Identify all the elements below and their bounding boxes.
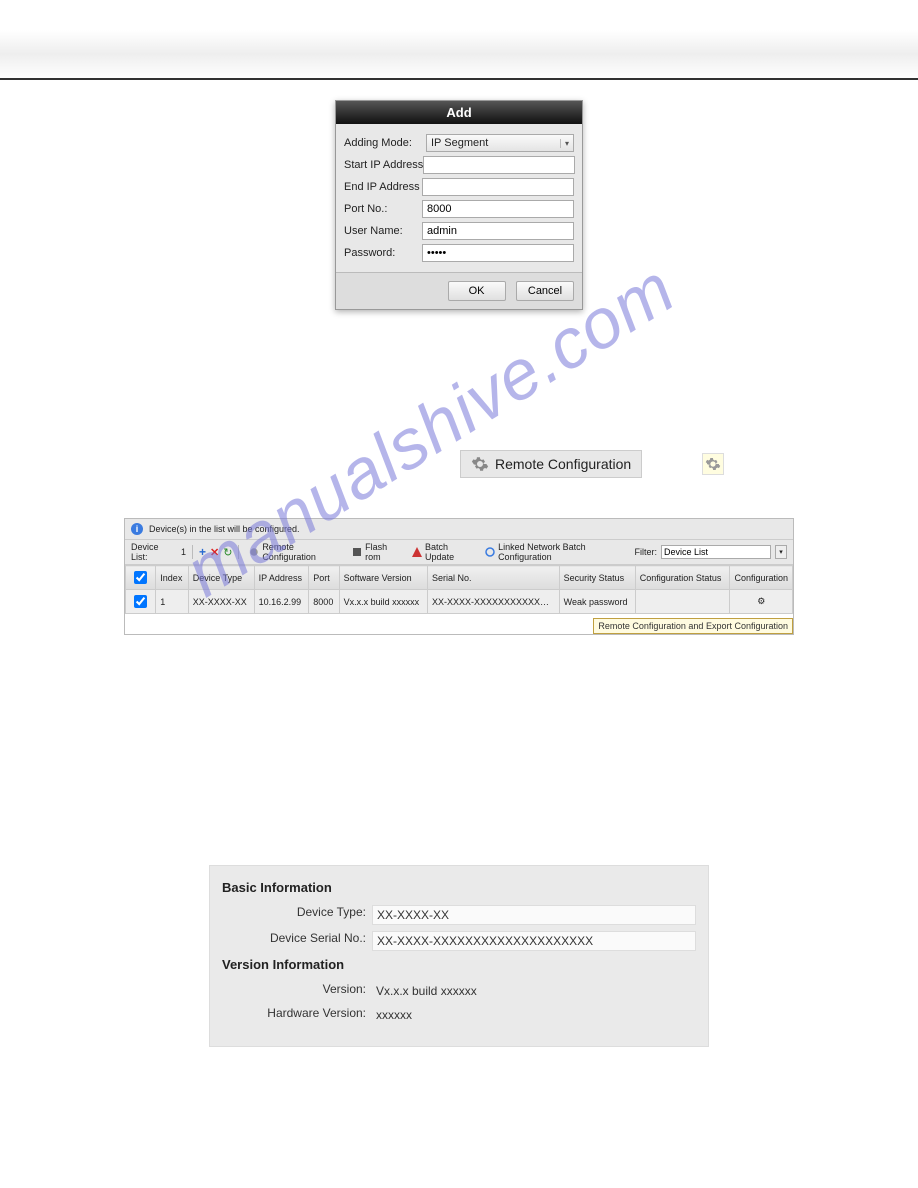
cell-port: 8000 xyxy=(309,590,339,614)
hardware-version-value: xxxxxx xyxy=(372,1006,696,1024)
col-device-type[interactable]: Device Type xyxy=(188,566,254,590)
dialog-title: Add xyxy=(336,101,582,124)
add-dialog: Add Adding Mode: IP Segment ▾ Start IP A… xyxy=(335,100,583,310)
end-ip-input[interactable] xyxy=(422,178,574,196)
end-ip-label: End IP Address xyxy=(344,181,422,193)
gear-icon xyxy=(471,455,489,473)
start-ip-label: Start IP Address xyxy=(344,159,423,171)
device-list-toolbar: Device List: 1 + ✕ ↻ Remote Configuratio… xyxy=(125,539,793,565)
device-type-value: XX-XXXX-XX xyxy=(372,905,696,925)
ok-button[interactable]: OK xyxy=(448,281,506,301)
device-list-info-row: i Device(s) in the list will be configur… xyxy=(125,519,793,539)
version-information-heading: Version Information xyxy=(222,957,696,972)
toolbar-linked-batch-label: Linked Network Batch Configuration xyxy=(498,542,626,562)
update-icon xyxy=(412,547,422,557)
filter-input[interactable] xyxy=(661,545,771,559)
information-panel: Basic Information Device Type: XX-XXXX-X… xyxy=(209,865,709,1047)
device-list-panel: i Device(s) in the list will be configur… xyxy=(124,518,794,635)
table-row[interactable]: 1 XX-XXXX-XX 10.16.2.99 8000 Vx.x.x buil… xyxy=(126,590,793,614)
adding-mode-label: Adding Mode: xyxy=(344,137,426,149)
gear-icon xyxy=(249,547,259,557)
cell-ip: 10.16.2.99 xyxy=(254,590,309,614)
col-index[interactable]: Index xyxy=(156,566,188,590)
password-input[interactable] xyxy=(422,244,574,262)
col-software[interactable]: Software Version xyxy=(339,566,427,590)
col-ip[interactable]: IP Address xyxy=(254,566,309,590)
device-list-info-text: Device(s) in the list will be configured… xyxy=(149,524,300,534)
cancel-button[interactable]: Cancel xyxy=(516,281,574,301)
port-label: Port No.: xyxy=(344,203,422,215)
hardware-version-label: Hardware Version: xyxy=(222,1006,372,1024)
remote-configuration-button[interactable]: Remote Configuration xyxy=(460,450,642,478)
device-list-label: Device List: xyxy=(131,542,173,562)
adding-mode-select[interactable]: IP Segment ▾ xyxy=(426,134,574,152)
dialog-body: Adding Mode: IP Segment ▾ Start IP Addre… xyxy=(336,124,582,272)
row-checkbox[interactable] xyxy=(134,595,147,608)
chevron-down-icon: ▾ xyxy=(560,139,569,148)
info-icon: i xyxy=(131,523,143,535)
toolbar-batch-update-label: Batch Update xyxy=(425,542,473,562)
remote-configuration-label: Remote Configuration xyxy=(495,456,631,472)
device-table: Index Device Type IP Address Port Softwa… xyxy=(125,565,793,614)
configuration-tooltip: Remote Configuration and Export Configur… xyxy=(593,618,793,634)
page-header-gradient xyxy=(0,30,918,80)
username-input[interactable] xyxy=(422,222,574,240)
version-label: Version: xyxy=(222,982,372,1000)
tooltip-row: Remote Configuration and Export Configur… xyxy=(125,614,793,634)
toolbar-flash-rom-label: Flash rom xyxy=(365,542,400,562)
version-value: Vx.x.x build xxxxxx xyxy=(372,982,696,1000)
password-label: Password: xyxy=(344,247,422,259)
basic-information-heading: Basic Information xyxy=(222,880,696,895)
toolbar-batch-update-button[interactable]: Batch Update xyxy=(408,542,477,562)
username-label: User Name: xyxy=(344,225,422,237)
cell-configuration-button[interactable]: ⚙ xyxy=(730,590,793,614)
col-checkbox[interactable] xyxy=(126,566,156,590)
gear-icon-small[interactable] xyxy=(702,453,724,475)
cell-software: Vx.x.x build xxxxxx xyxy=(339,590,427,614)
toolbar-remote-config-button[interactable]: Remote Configuration xyxy=(245,542,344,562)
col-port[interactable]: Port xyxy=(309,566,339,590)
remote-config-row: Remote Configuration xyxy=(460,450,918,478)
refresh-button[interactable]: ↻ xyxy=(223,546,232,559)
cell-config-status xyxy=(635,590,730,614)
select-all-checkbox[interactable] xyxy=(134,571,147,584)
delete-device-button[interactable]: ✕ xyxy=(210,546,219,559)
dialog-footer: OK Cancel xyxy=(336,272,582,309)
toolbar-separator xyxy=(192,545,193,559)
toolbar-remote-config-label: Remote Configuration xyxy=(262,542,340,562)
adding-mode-value: IP Segment xyxy=(431,137,488,149)
col-config-status[interactable]: Configuration Status xyxy=(635,566,730,590)
start-ip-input[interactable] xyxy=(423,156,575,174)
chip-icon xyxy=(352,547,362,557)
col-security[interactable]: Security Status xyxy=(559,566,635,590)
network-icon xyxy=(485,547,495,557)
add-device-button[interactable]: + xyxy=(199,545,206,559)
toolbar-linked-batch-button[interactable]: Linked Network Batch Configuration xyxy=(481,542,630,562)
cell-serial: XX-XXXX-XXXXXXXXXXX… xyxy=(427,590,559,614)
device-list-count: 1 xyxy=(181,547,186,557)
device-serial-label: Device Serial No.: xyxy=(222,931,372,951)
device-type-label: Device Type: xyxy=(222,905,372,925)
toolbar-separator xyxy=(238,545,239,559)
cell-device-type: XX-XXXX-XX xyxy=(188,590,254,614)
port-input[interactable] xyxy=(422,200,574,218)
device-serial-value: XX-XXXX-XXXXXXXXXXXXXXXXXXXX xyxy=(372,931,696,951)
table-header-row: Index Device Type IP Address Port Softwa… xyxy=(126,566,793,590)
cell-index: 1 xyxy=(156,590,188,614)
cell-security: Weak password xyxy=(559,590,635,614)
col-serial[interactable]: Serial No. xyxy=(427,566,559,590)
filter-dropdown-button[interactable]: ▾ xyxy=(775,545,787,559)
col-configuration[interactable]: Configuration xyxy=(730,566,793,590)
filter-label: Filter: xyxy=(635,547,658,557)
toolbar-flash-rom-button[interactable]: Flash rom xyxy=(348,542,404,562)
